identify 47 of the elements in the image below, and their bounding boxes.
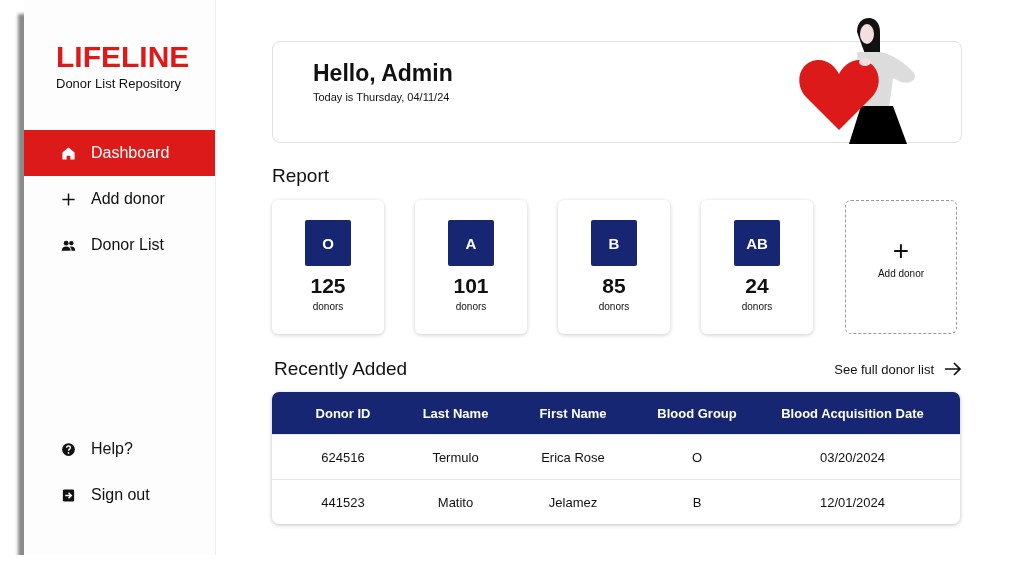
column-header[interactable]: Blood Acquisition Date <box>781 405 924 421</box>
plus-icon <box>61 191 76 207</box>
blood-group-badge: B <box>591 220 637 266</box>
table-cell: Jelamez <box>548 494 598 510</box>
logo: LIFELINE <box>56 40 190 74</box>
count-label: donors <box>598 301 630 312</box>
column-header[interactable]: Donor ID <box>315 405 371 421</box>
column-header[interactable]: Blood Group <box>657 405 737 421</box>
blood-group-badge: A <box>448 220 494 266</box>
plus-icon: + <box>892 237 910 265</box>
nav-item[interactable]: Help? <box>24 426 215 472</box>
see-all-link[interactable]: See full donor list <box>834 361 962 377</box>
nav-item[interactable]: Sign out <box>24 472 215 518</box>
add-donor-label: Add donor <box>877 268 925 279</box>
donor-count: 85 <box>602 274 626 298</box>
count-label: donors <box>741 301 773 312</box>
column-header[interactable]: Last Name <box>422 405 489 421</box>
donor-count: 101 <box>453 274 489 298</box>
section-title: Report <box>272 165 331 187</box>
help-icon <box>61 441 76 457</box>
sign-out-icon <box>61 487 76 503</box>
table-cell: 624516 <box>321 449 365 465</box>
arrow-icon <box>944 361 962 377</box>
nav-item[interactable]: Donor List <box>24 222 215 268</box>
subtitle: Donor List Repository <box>56 76 181 91</box>
table-cell: Matito <box>437 494 474 510</box>
add-donor-card[interactable]: + Add donor <box>845 200 957 334</box>
table-cell: 441523 <box>321 494 365 510</box>
table-cell: O <box>691 449 703 465</box>
count-label: donors <box>455 301 487 312</box>
table-cell: Termulo <box>432 449 479 465</box>
nav-item[interactable]: Add donor <box>24 176 215 222</box>
section-title: Recently Added <box>274 358 408 380</box>
greeting-title: Hello, Admin <box>313 60 454 87</box>
date-text: Today is Thursday, 04/11/24 <box>313 91 451 103</box>
donor-count: 24 <box>745 274 769 298</box>
count-label: donors <box>312 301 344 312</box>
home-icon <box>61 145 76 161</box>
nav-item[interactable]: Dashboard <box>24 130 215 176</box>
table-cell: 12/01/2024 <box>819 494 886 510</box>
table-cell: B <box>692 494 702 510</box>
column-header[interactable]: First Name <box>539 405 607 421</box>
table-cell: 03/20/2024 <box>819 449 886 465</box>
table-cell: Erica Rose <box>541 449 605 465</box>
blood-group-badge: O <box>305 220 351 266</box>
blood-group-badge: AB <box>734 220 780 266</box>
donor-count: 125 <box>310 274 346 298</box>
